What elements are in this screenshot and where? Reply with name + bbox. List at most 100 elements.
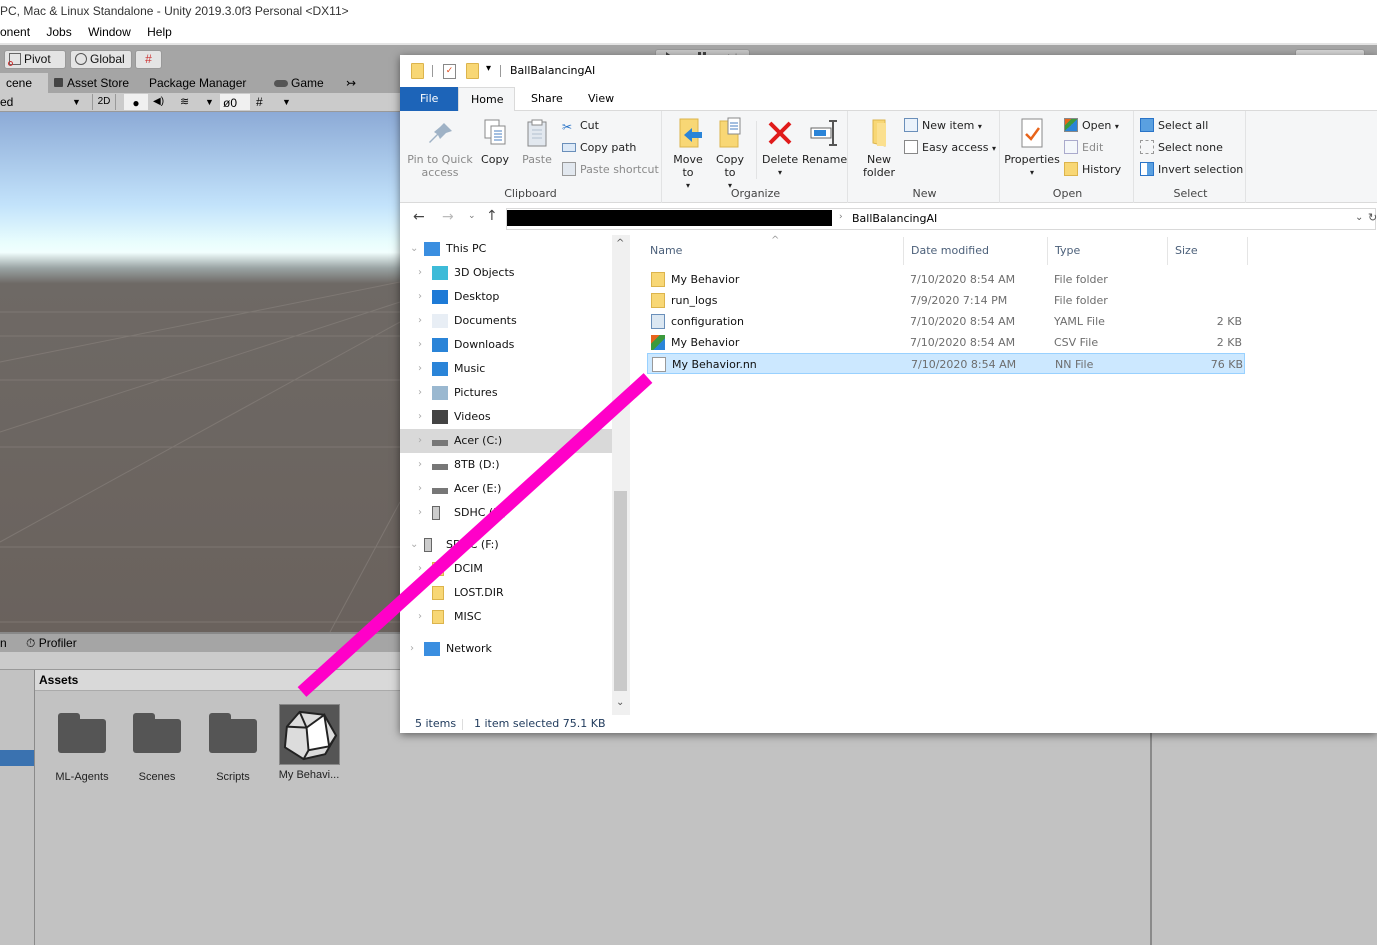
easy-access-button[interactable]: Easy access ▾ <box>904 139 996 157</box>
nav-item[interactable]: › MISC <box>400 605 612 629</box>
nav-item[interactable]: ⌄ SDHC (F:) <box>400 533 612 557</box>
chevron-right-icon[interactable]: › <box>418 477 422 501</box>
copy-button[interactable]: Copy <box>478 117 512 166</box>
nav-item[interactable]: › Network <box>400 637 612 661</box>
recent-locations-icon[interactable]: ⌄ <box>468 211 476 221</box>
new-folder-button[interactable]: New folder <box>858 117 900 179</box>
2d-toggle[interactable]: 2D <box>92 94 116 110</box>
paste-button[interactable]: Paste <box>520 117 554 166</box>
chevron-right-icon[interactable]: › <box>418 405 422 429</box>
nav-item[interactable]: › Acer (C:) <box>400 429 612 453</box>
menu-window[interactable]: Window <box>88 25 131 39</box>
tab-home[interactable]: Home <box>458 87 515 112</box>
chevron-right-icon[interactable]: › <box>418 581 422 605</box>
back-arrow-icon[interactable]: ← <box>413 209 425 225</box>
address-bar[interactable]: › BallBalancingAI ⌄ <box>506 208 1376 230</box>
tab-profiler[interactable]: ⏱ Profiler <box>26 634 77 652</box>
new-item-button[interactable]: New item ▾ <box>904 117 982 135</box>
nav-item[interactable]: › Downloads <box>400 333 612 357</box>
chevron-down-icon[interactable]: ▼ <box>72 93 81 111</box>
nav-item[interactable]: › Pictures <box>400 381 612 405</box>
pin-to-quick-access-button[interactable]: Pin to Quick access <box>406 117 474 179</box>
asset-item[interactable]: ML-Agents <box>47 701 117 783</box>
copy-to-button[interactable]: Copy to ▾ <box>712 117 748 192</box>
chevron-right-icon[interactable]: › <box>418 429 422 453</box>
tab-scene[interactable]: cene <box>0 73 48 93</box>
move-to-button[interactable]: Move to ▾ <box>670 117 706 192</box>
grid-snap-button[interactable]: # <box>135 50 162 69</box>
pivot-button[interactable]: Pivot <box>4 50 66 69</box>
copy-path-button[interactable]: Copy path <box>562 139 636 157</box>
panel-divider[interactable] <box>1150 733 1152 945</box>
new-folder-quick-icon[interactable] <box>466 63 479 79</box>
effects-icon[interactable]: ≋ <box>180 93 189 111</box>
chevron-down-icon[interactable]: ⌄ <box>410 533 418 557</box>
properties-quick-icon[interactable]: ✓ <box>443 64 456 79</box>
global-button[interactable]: Global <box>70 50 132 69</box>
chevron-down-icon[interactable]: ▼ <box>282 93 291 111</box>
file-row[interactable]: My Behavior 7/10/2020 8:54 AM CSV File 2 KB <box>647 332 1245 353</box>
selected-folder-highlight[interactable] <box>0 750 34 766</box>
tab-game[interactable]: Game <box>268 73 330 93</box>
file-row[interactable]: My Behavior 7/10/2020 8:54 AM File folder <box>647 269 1245 290</box>
up-arrow-icon[interactable]: ↑ <box>486 208 498 224</box>
chevron-right-icon[interactable]: › <box>418 261 422 285</box>
audio-icon[interactable]: ◀) <box>153 93 164 111</box>
cut-button[interactable]: ✂ Cut <box>562 117 599 135</box>
scroll-down-icon[interactable]: ⌄ <box>616 697 624 708</box>
nav-item[interactable]: › 8TB (D:) <box>400 453 612 477</box>
column-header-name[interactable]: Name <box>650 242 682 260</box>
rename-button[interactable]: Rename <box>802 117 847 166</box>
nav-item[interactable]: › Videos <box>400 405 612 429</box>
chevron-right-icon[interactable]: › <box>418 333 422 357</box>
nav-item[interactable]: › Acer (E:) <box>400 477 612 501</box>
tab-view[interactable]: View <box>575 87 627 111</box>
forward-arrow-icon[interactable]: → <box>442 209 454 225</box>
tab-share[interactable]: Share <box>518 87 576 111</box>
chevron-right-icon[interactable]: › <box>418 557 422 581</box>
tab-package-manager[interactable]: Package Manager <box>143 73 252 93</box>
properties-button[interactable]: Properties ▾ <box>1004 117 1060 179</box>
chevron-right-icon[interactable]: › <box>410 637 414 661</box>
menu-jobs[interactable]: Jobs <box>46 25 71 39</box>
refresh-icon[interactable]: ↻ <box>1368 211 1377 224</box>
column-header-size[interactable]: Size <box>1175 242 1198 260</box>
nav-item[interactable]: › Music <box>400 357 612 381</box>
history-button[interactable]: History <box>1064 161 1121 179</box>
delete-button[interactable]: Delete ▾ <box>762 117 798 179</box>
asset-item[interactable]: Scenes <box>122 701 192 783</box>
chevron-down-icon[interactable]: ▼ <box>205 93 214 111</box>
nav-item[interactable]: › Documents <box>400 309 612 333</box>
column-header-date[interactable]: Date modified <box>911 242 989 260</box>
file-row[interactable]: run_logs 7/9/2020 7:14 PM File folder <box>647 290 1245 311</box>
select-none-button[interactable]: Select none <box>1140 139 1223 157</box>
open-button[interactable]: Open ▾ <box>1064 117 1119 135</box>
chevron-right-icon[interactable]: › <box>418 357 422 381</box>
menu-help[interactable]: Help <box>147 25 172 39</box>
nav-scrollbar[interactable]: ^ ⌄ <box>612 235 629 715</box>
lighting-toggle[interactable]: ● <box>124 94 148 110</box>
file-row[interactable]: My Behavior.nn 7/10/2020 8:54 AM NN File 76… <box>647 353 1245 374</box>
chevron-down-icon[interactable]: ⌄ <box>410 237 418 261</box>
chevron-right-icon[interactable]: › <box>418 605 422 629</box>
hidden-objects-toggle[interactable]: ø0 <box>220 94 250 110</box>
chevron-right-icon[interactable]: › <box>418 285 422 309</box>
tab-console[interactable]: n <box>0 634 7 652</box>
scroll-up-icon[interactable]: ^ <box>616 238 624 249</box>
project-folder-tree[interactable] <box>0 670 35 945</box>
tab-asset-store[interactable]: Asset Store <box>48 73 135 93</box>
nav-item[interactable]: › LOST.DIR <box>400 581 612 605</box>
asset-item[interactable]: My Behavi... <box>274 701 344 781</box>
select-all-button[interactable]: Select all <box>1140 117 1208 135</box>
customize-toolbar-icon[interactable]: ▾ <box>486 63 491 74</box>
scrollbar-thumb[interactable] <box>614 491 627 691</box>
asset-item[interactable]: Scripts <box>198 701 268 783</box>
nav-item[interactable]: › SDHC (F:) <box>400 501 612 525</box>
scene-view[interactable] <box>0 112 400 632</box>
chevron-right-icon[interactable]: › <box>418 309 422 333</box>
column-header-type[interactable]: Type <box>1055 242 1080 260</box>
grid-icon[interactable]: # <box>256 93 263 111</box>
nav-item[interactable]: › Desktop <box>400 285 612 309</box>
chevron-right-icon[interactable]: › <box>418 453 422 477</box>
menu-component[interactable]: onent <box>0 25 30 39</box>
